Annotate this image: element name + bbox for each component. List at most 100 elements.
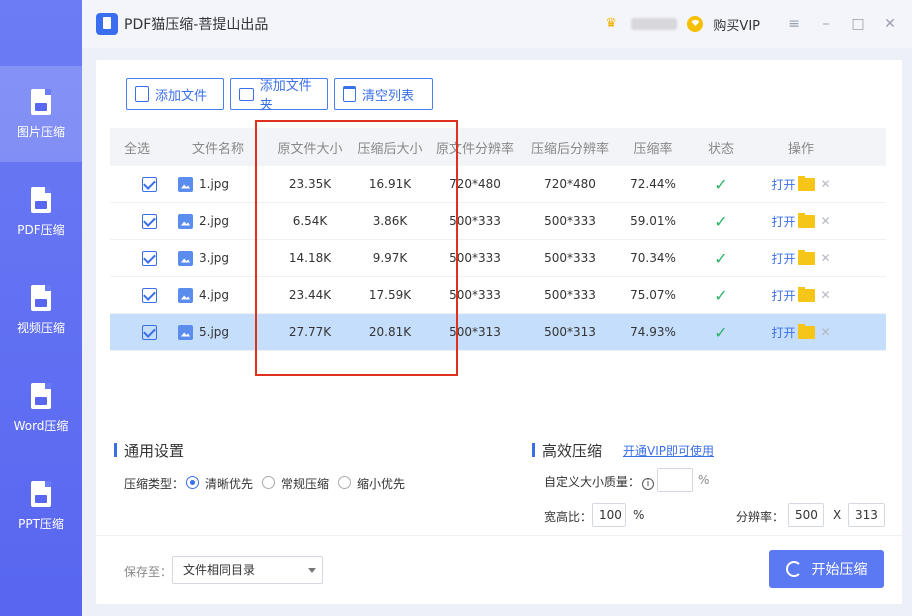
row-checkbox[interactable] xyxy=(141,324,157,340)
buy-vip-button[interactable]: 购买VIP xyxy=(713,15,760,34)
column-header: 原文件分辨率 xyxy=(435,141,514,157)
radio-normal-compress[interactable] xyxy=(262,476,275,489)
delete-icon[interactable]: ✕ xyxy=(820,251,830,265)
compressed-size: 9.97K xyxy=(372,251,408,265)
file-name-cell: 3.jpg xyxy=(166,250,270,266)
open-link[interactable]: 打开 xyxy=(771,287,795,304)
image-icon xyxy=(178,176,193,192)
sidebar-item-pdf-compress[interactable]: PDF压缩 xyxy=(0,164,82,260)
resolution-label: 分辨率： xyxy=(736,510,785,524)
folder-icon[interactable] xyxy=(798,249,816,265)
resolution-x-separator: X xyxy=(833,508,842,522)
sidebar-item-image-compress[interactable]: 图片压缩 xyxy=(0,66,82,162)
status-cell: ✓ xyxy=(686,212,756,231)
resolution-height-input[interactable]: 313 xyxy=(848,503,885,527)
close-icon[interactable]: ✕ xyxy=(882,16,898,32)
option-clarity-first[interactable]: 清晰优先 xyxy=(205,475,253,492)
compression-rate: 74.93% xyxy=(630,325,676,339)
option-shrink-first[interactable]: 缩小优先 xyxy=(357,475,405,492)
table-row[interactable]: 4.jpg 23.44K 17.59K 500*333 500*333 75.0… xyxy=(110,277,886,314)
sidebar-item-label: 视频压缩 xyxy=(16,320,65,335)
compressed-resolution: 500*313 xyxy=(544,325,596,339)
column-header: 压缩后分辨率 xyxy=(530,141,609,157)
user-name-blurred[interactable] xyxy=(631,18,678,30)
minimize-icon[interactable]: – xyxy=(818,16,834,32)
maximize-icon[interactable]: □ xyxy=(850,16,866,32)
compression-rate: 72.44% xyxy=(630,177,676,191)
table-row[interactable]: 3.jpg 14.18K 9.97K 500*333 500*333 70.34… xyxy=(110,240,886,277)
folder-icon[interactable] xyxy=(798,212,816,228)
folder-icon[interactable] xyxy=(798,323,816,339)
table-header: 全选 文件名称 原文件大小 压缩后大小 原文件分辨率 压缩后分辨率 压缩率 状态… xyxy=(110,128,886,166)
add-folder-icon xyxy=(239,87,254,101)
original-resolution: 500*313 xyxy=(449,325,501,339)
delete-icon[interactable]: ✕ xyxy=(820,214,830,228)
start-compress-button[interactable]: 开始压缩 xyxy=(769,550,884,588)
table-row-selected[interactable]: 5.jpg 27.77K 20.81K 500*313 500*313 74.9… xyxy=(110,314,886,351)
advanced-compress-title: 高效压缩 xyxy=(532,440,602,461)
row-checkbox-cell xyxy=(110,250,166,266)
menu-icon[interactable]: ≡ xyxy=(786,16,802,32)
general-settings-title: 通用设置 xyxy=(114,440,184,461)
open-link[interactable]: 打开 xyxy=(771,213,795,230)
trash-icon xyxy=(343,86,356,102)
add-folder-button[interactable]: 添加文件夹 xyxy=(230,78,328,113)
row-checkbox[interactable] xyxy=(141,176,157,192)
pdf-file-icon xyxy=(31,186,51,213)
clear-list-button[interactable]: 清空列表 xyxy=(334,78,433,110)
row-checkbox[interactable] xyxy=(141,213,157,229)
sidebar-item-label: 图片压缩 xyxy=(16,124,65,139)
success-check-icon: ✓ xyxy=(714,248,728,268)
resolution-width-input[interactable]: 500 xyxy=(788,503,824,527)
operations-cell: 打开 ✕ xyxy=(756,175,846,193)
custom-quality-input[interactable] xyxy=(657,468,693,492)
column-header: 操作 xyxy=(787,141,814,157)
video-file-icon xyxy=(31,284,51,311)
sidebar-item-ppt-compress[interactable]: PPT压缩 xyxy=(0,458,82,554)
save-to-select[interactable]: 文件相同目录 xyxy=(172,556,323,584)
radio-clarity-first[interactable] xyxy=(186,476,199,489)
radio-shrink-first[interactable] xyxy=(338,476,351,489)
file-name-cell: 2.jpg xyxy=(166,213,270,229)
folder-icon[interactable] xyxy=(798,286,816,302)
original-size: 23.35K xyxy=(288,177,332,191)
row-checkbox[interactable] xyxy=(141,287,157,303)
compressed-size: 3.86K xyxy=(372,214,408,228)
delete-icon[interactable]: ✕ xyxy=(820,325,830,339)
sidebar-item-label: PPT压缩 xyxy=(18,516,64,531)
open-link[interactable]: 打开 xyxy=(771,324,795,341)
file-name: 1.jpg xyxy=(199,177,230,191)
compressed-size: 20.81K xyxy=(368,325,412,339)
open-link[interactable]: 打开 xyxy=(771,176,795,193)
app-title: PDF猫压缩-菩提山出品 xyxy=(124,17,269,33)
open-link[interactable]: 打开 xyxy=(771,250,795,267)
ppt-file-icon xyxy=(31,480,51,507)
info-icon[interactable]: i xyxy=(642,478,655,490)
open-vip-link[interactable]: 开通VIP即可使用 xyxy=(623,442,714,459)
original-resolution: 500*333 xyxy=(449,251,501,265)
sidebar-item-word-compress[interactable]: Word压缩 xyxy=(0,360,82,456)
title-bar-actions: ♛ 购买VIP ≡ – □ ✕ xyxy=(605,0,898,48)
folder-icon[interactable] xyxy=(798,175,816,191)
table-row[interactable]: 2.jpg 6.54K 3.86K 500*333 500*333 59.01%… xyxy=(110,203,886,240)
clear-list-label: 清空列表 xyxy=(362,88,415,104)
compress-type-label: 压缩类型： xyxy=(124,477,185,491)
aspect-ratio-input[interactable]: 100 xyxy=(592,503,626,527)
add-folder-label: 添加文件夹 xyxy=(259,79,312,113)
delete-icon[interactable]: ✕ xyxy=(820,288,830,302)
custom-quality-text: 自定义大小质量： xyxy=(544,475,641,489)
file-name: 3.jpg xyxy=(199,251,230,265)
row-checkbox-cell xyxy=(110,213,166,229)
sidebar-item-video-compress[interactable]: 视频压缩 xyxy=(0,262,82,358)
original-size: 14.18K xyxy=(288,251,332,265)
row-checkbox[interactable] xyxy=(141,250,157,266)
success-check-icon: ✓ xyxy=(714,211,728,231)
table-row[interactable]: 1.jpg 23.35K 16.91K 720*480 720*480 72.4… xyxy=(110,166,886,203)
app-logo-icon xyxy=(96,13,118,35)
option-normal-compress[interactable]: 常规压缩 xyxy=(281,475,329,492)
add-file-button[interactable]: 添加文件 xyxy=(126,78,224,110)
aspect-percent-unit: % xyxy=(633,508,645,522)
compression-rate: 75.07% xyxy=(630,288,676,302)
delete-icon[interactable]: ✕ xyxy=(820,177,830,191)
select-all-header[interactable]: 全选 xyxy=(110,138,166,157)
